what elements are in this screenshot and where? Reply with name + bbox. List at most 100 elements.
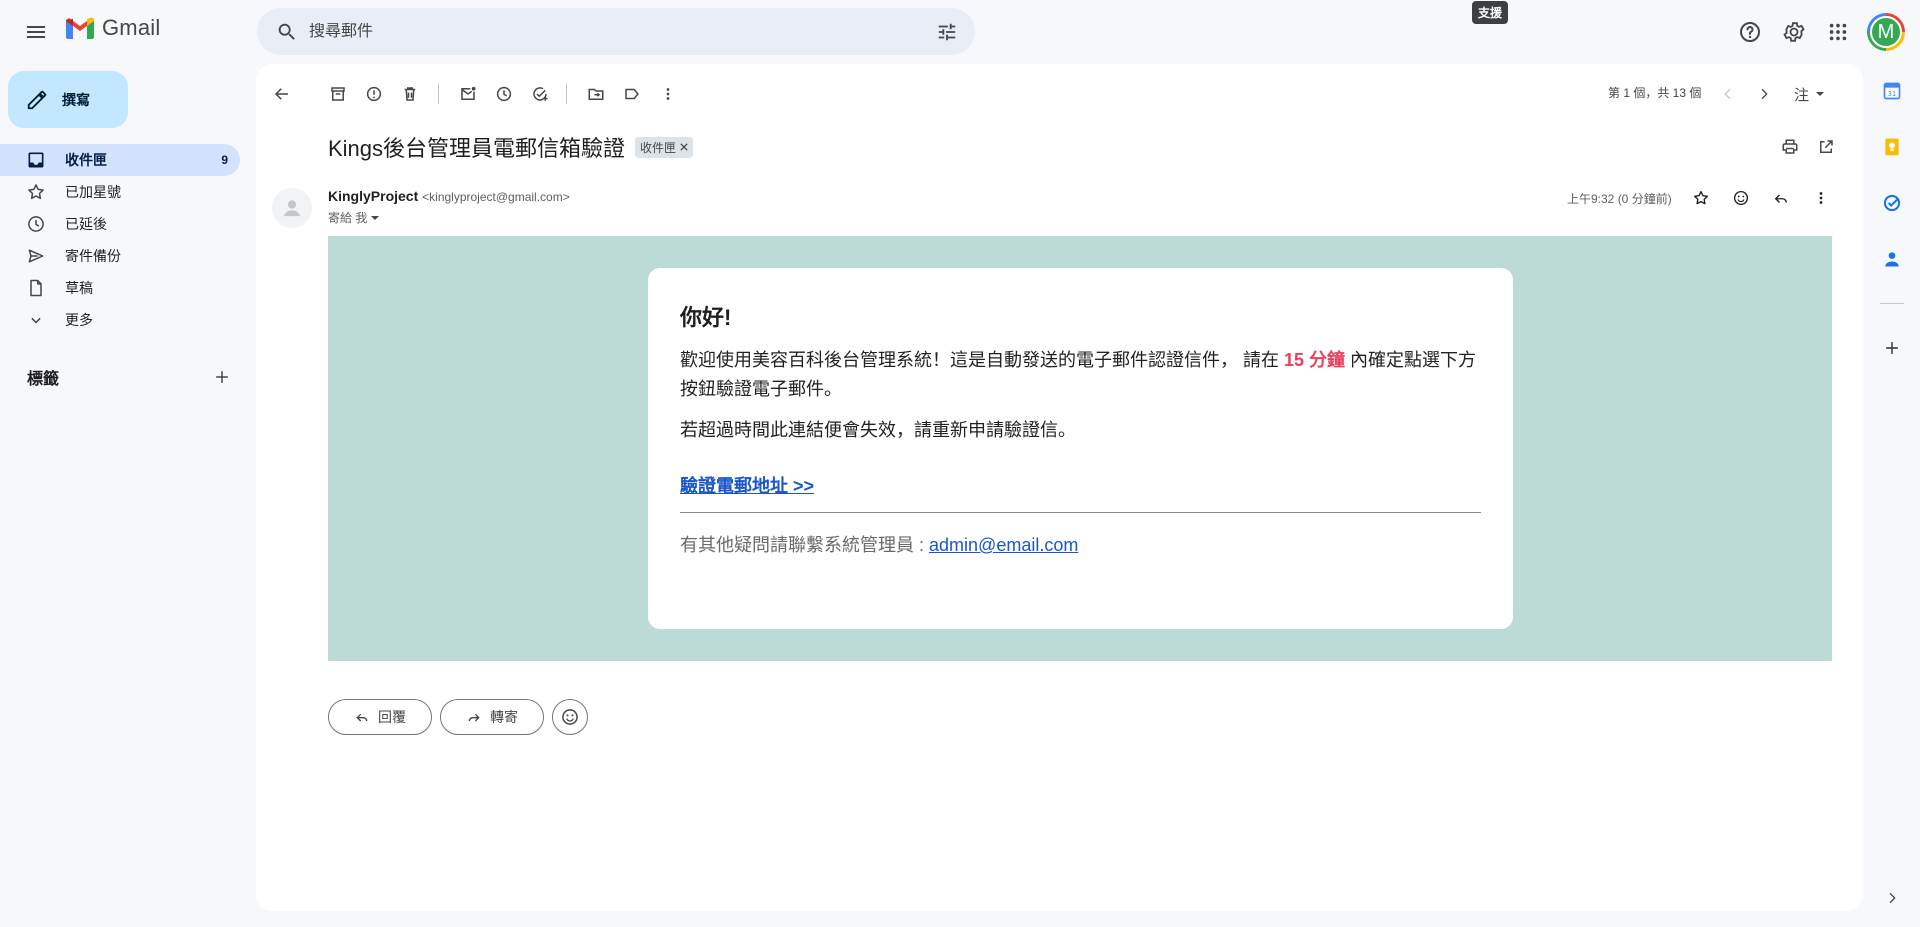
emoji-icon: [1733, 190, 1749, 206]
gmail-logo[interactable]: Gmail: [64, 15, 160, 41]
chevron-left-icon: [1724, 88, 1731, 100]
sidebar-item-inbox[interactable]: 收件匣 9: [0, 144, 240, 176]
back-button[interactable]: [266, 78, 298, 110]
chevron-right-icon: [1889, 892, 1896, 904]
keep-app-button[interactable]: [1876, 131, 1908, 163]
clock-icon: [28, 216, 44, 232]
add-to-tasks-button[interactable]: [524, 78, 556, 110]
reply-button[interactable]: 回覆: [328, 699, 432, 735]
intro-paragraph: 歡迎使用美容百科後台管理系統！這是自動發送的電子郵件認證信件， 請在 15 分鐘…: [680, 346, 1481, 404]
open-in-new-icon: [1820, 140, 1833, 153]
mark-unread-button[interactable]: [452, 78, 484, 110]
rail-divider: [1880, 303, 1904, 304]
support-button[interactable]: [1730, 12, 1770, 52]
add-task-icon: [533, 87, 548, 101]
calendar-icon: 31: [1883, 82, 1901, 100]
report-spam-button[interactable]: [358, 78, 390, 110]
sidebar-item-starred[interactable]: 已加星號: [0, 176, 240, 208]
account-avatar[interactable]: M: [1867, 13, 1905, 51]
older-button[interactable]: [1748, 78, 1780, 110]
label-icon: [625, 88, 639, 100]
plus-icon: [1886, 342, 1898, 354]
emoji-icon: [562, 709, 578, 725]
move-folder-icon: [588, 88, 604, 100]
print-all-button[interactable]: [1774, 131, 1806, 163]
plus-icon[interactable]: [212, 367, 232, 387]
search-options-button[interactable]: [927, 12, 967, 52]
page-info: 第 1 個，共 13 個: [1608, 86, 1702, 100]
message-view: 第 1 個，共 13 個 注 Kings後台管理員電郵信箱驗證 收件匣 King…: [256, 64, 1863, 911]
chevron-right-icon: [1761, 88, 1768, 100]
email-subject: Kings後台管理員電郵信箱驗證: [328, 136, 626, 161]
draft-icon: [30, 279, 42, 297]
tasks-app-button[interactable]: [1876, 187, 1908, 219]
sidebar-item-label: 草稿: [65, 280, 93, 296]
more-actions-button[interactable]: [652, 78, 684, 110]
print-icon: [1782, 139, 1798, 154]
google-apps-button[interactable]: [1818, 12, 1858, 52]
search-bar[interactable]: [257, 8, 975, 55]
unread-count: 9: [221, 153, 228, 167]
toolbar-divider: [566, 84, 567, 104]
message-more-button[interactable]: [1804, 181, 1838, 215]
recipient-details[interactable]: 寄給 我: [328, 209, 380, 226]
arrow-back-icon: [274, 88, 288, 100]
chevron-down-icon: [31, 317, 41, 324]
avatar-letter: M: [1870, 16, 1902, 48]
gear-icon: [1783, 22, 1805, 42]
reply-icon-button[interactable]: [1764, 181, 1798, 215]
sender-name: KinglyProject: [328, 188, 419, 204]
sender-avatar[interactable]: [272, 188, 312, 228]
report-icon: [366, 86, 382, 102]
admin-email-link[interactable]: admin@email.com: [929, 535, 1078, 555]
hamburger-menu-icon: [27, 26, 45, 38]
contact-text: 有其他疑問請聯繫系統管理員 :: [680, 535, 930, 555]
archive-icon: [331, 87, 345, 101]
search-icon: [278, 23, 295, 40]
hide-side-panel-button[interactable]: [1876, 882, 1908, 914]
expiry-paragraph: 若超過時間此連結便會失效，請重新申請驗證信。: [680, 420, 1076, 440]
emoji-reaction-button[interactable]: [552, 699, 588, 735]
trash-icon: [404, 87, 416, 101]
person-icon: [283, 200, 301, 217]
sender-info[interactable]: KinglyProject <kinglyproject@gmail.com>: [328, 188, 570, 204]
newer-button[interactable]: [1712, 78, 1744, 110]
star-button[interactable]: [1684, 181, 1718, 215]
verify-email-link[interactable]: 驗證電郵地址 >>: [680, 472, 814, 498]
compose-label: 撰寫: [62, 91, 90, 108]
sidebar-item-more[interactable]: 更多: [0, 304, 240, 336]
contacts-icon: [1885, 252, 1899, 267]
sidebar-item-label: 寄件備份: [65, 248, 121, 264]
support-tooltip: 支援: [1472, 1, 1509, 24]
sender-email: <kinglyproject@gmail.com>: [422, 190, 570, 204]
compose-button[interactable]: 撰寫: [8, 71, 128, 128]
sidebar-item-drafts[interactable]: 草稿: [0, 272, 240, 304]
search-input[interactable]: [309, 22, 927, 41]
settings-button[interactable]: [1774, 12, 1814, 52]
pencil-icon: [27, 90, 47, 109]
keep-icon: [1885, 138, 1899, 156]
snooze-button[interactable]: [488, 78, 520, 110]
sidebar-item-snoozed[interactable]: 已延後: [0, 208, 240, 240]
forward-label: 轉寄: [490, 709, 518, 725]
contacts-app-button[interactable]: [1876, 243, 1908, 275]
input-tools-button[interactable]: 注: [1794, 78, 1825, 110]
main-menu-button[interactable]: [14, 12, 58, 52]
forward-button[interactable]: 轉寄: [440, 699, 544, 735]
calendar-app-button[interactable]: 31: [1876, 75, 1908, 107]
add-reaction-button[interactable]: [1724, 181, 1758, 215]
toolbar-divider: [438, 84, 439, 104]
archive-button[interactable]: [322, 78, 354, 110]
email-body: 你好! 歡迎使用美容百科後台管理系統！這是自動發送的電子郵件認證信件， 請在 1…: [328, 236, 1832, 661]
labels-button[interactable]: [616, 78, 648, 110]
search-button[interactable]: [269, 14, 305, 50]
delete-button[interactable]: [394, 78, 426, 110]
close-icon[interactable]: [680, 143, 688, 151]
sidebar-item-sent[interactable]: 寄件備份: [0, 240, 240, 272]
move-to-button[interactable]: [580, 78, 612, 110]
reply-icon: [356, 713, 368, 722]
open-new-window-button[interactable]: [1810, 131, 1842, 163]
app-name: Gmail: [102, 15, 161, 40]
get-addons-button[interactable]: [1876, 332, 1908, 364]
inbox-label-chip[interactable]: 收件匣: [635, 136, 694, 158]
